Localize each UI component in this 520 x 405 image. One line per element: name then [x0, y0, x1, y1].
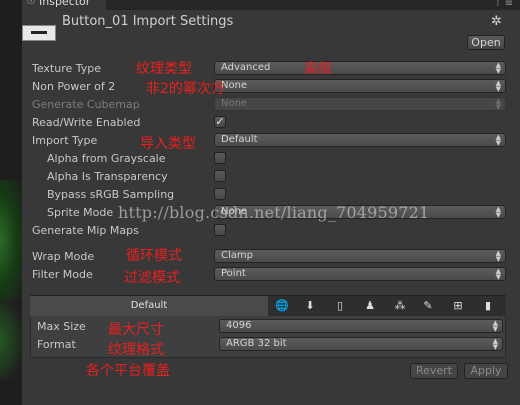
dropdown-arrows-icon: ▲ ▼ — [495, 79, 501, 93]
import-settings-title: Button_01 Import Settings — [62, 14, 234, 29]
platform-settings-panel: Max Size 4096 ▲ ▼ Format ARGB 32 bit ▲ ▼ — [30, 316, 506, 358]
dropdown-arrows-icon: ▲ ▼ — [495, 61, 501, 75]
annotation-platforms: 各个平台覆盖 — [86, 363, 170, 379]
annotation-advanced: 高级 — [304, 61, 332, 77]
wrap-mode-label: Wrap Mode — [32, 250, 95, 263]
max-size-value: 4096 — [226, 320, 252, 331]
bypass-srgb-label: Bypass sRGB Sampling — [47, 188, 175, 201]
npot-label: Non Power of 2 — [32, 80, 116, 93]
globe-icon[interactable]: 🌐 — [272, 298, 292, 314]
thumbnail-mark — [31, 31, 47, 34]
generate-cubemap-label: Generate Cubemap — [32, 98, 140, 111]
scene-green-glow-lower — [0, 300, 22, 380]
generate-mip-maps-checkbox[interactable] — [214, 224, 226, 236]
filter-mode-dropdown[interactable]: Point ▲ ▼ — [214, 267, 506, 281]
scene-green-glow — [0, 180, 22, 300]
device-icon[interactable]: ▮ — [478, 298, 498, 314]
filter-mode-label: Filter Mode — [32, 268, 93, 281]
generate-cubemap-value: None — [221, 98, 248, 109]
platform-tab-bar: Default 🌐 ⬇ ▯ ♟ ⁂ ✎ ⊞ ▮ — [30, 295, 506, 317]
phone-icon[interactable]: ▯ — [330, 298, 350, 314]
annotation-import-type: 导入类型 — [140, 136, 196, 152]
dropdown-arrows-icon: ▲ ▼ — [495, 133, 501, 147]
inspector-tab-bar: ⓘ Inspector ⁝ ≡ — [22, 0, 520, 10]
tab-inspector-label: Inspector — [39, 0, 91, 8]
annotation-max-size: 最大尺寸 — [108, 322, 164, 338]
dropdown-arrows-icon: ▲ ▼ — [495, 205, 501, 219]
read-write-checkbox[interactable]: ✓ — [214, 116, 226, 128]
annotation-npot: 非2的幂次方 — [146, 81, 225, 97]
wrap-mode-value: Clamp — [221, 250, 253, 261]
max-size-dropdown[interactable]: 4096 ▲ ▼ — [219, 319, 503, 333]
bypass-srgb-checkbox[interactable] — [214, 188, 226, 200]
tab-default-platform[interactable]: Default — [30, 296, 268, 316]
format-value: ARGB 32 bit — [226, 338, 287, 349]
dropdown-arrows-icon: ▲ ▼ — [495, 97, 501, 111]
format-label: Format — [37, 338, 76, 351]
texture-type-dropdown[interactable]: Advanced ▲ ▼ — [214, 61, 506, 75]
texture-type-label: Texture Type — [32, 62, 102, 75]
watermark-text: http://blog.csdn.net/liang_704959721 — [118, 203, 430, 222]
annotation-filter-mode: 过滤模式 — [124, 270, 180, 286]
dropdown-arrows-icon: ▲ ▼ — [492, 337, 498, 351]
import-type-label: Import Type — [32, 134, 98, 147]
download-icon[interactable]: ⬇ — [300, 298, 320, 314]
gear-icon[interactable]: ✲ — [491, 14, 502, 29]
wrap-mode-dropdown[interactable]: Clamp ▲ ▼ — [214, 249, 506, 263]
generate-mip-maps-label: Generate Mip Maps — [32, 224, 139, 237]
sprite-mode-label: Sprite Mode — [47, 206, 114, 219]
flash-icon[interactable]: ✎ — [418, 298, 438, 314]
android-icon[interactable]: ♟ — [360, 298, 380, 314]
texture-thumbnail — [22, 25, 56, 41]
dropdown-arrows-icon: ▲ ▼ — [492, 319, 498, 333]
blackberry-icon[interactable]: ⁂ — [390, 298, 410, 314]
annotation-wrap-mode: 循环模式 — [126, 248, 182, 264]
open-button[interactable]: Open — [467, 35, 505, 50]
alpha-is-transparency-label: Alpha Is Transparency — [47, 170, 168, 183]
generate-cubemap-dropdown: None ▲ ▼ — [214, 97, 506, 111]
filter-mode-value: Point — [221, 268, 246, 279]
format-dropdown[interactable]: ARGB 32 bit ▲ ▼ — [219, 337, 503, 351]
tab-inspector[interactable]: ⓘ Inspector — [22, 0, 106, 10]
info-icon: ⓘ — [27, 0, 35, 5]
npot-dropdown[interactable]: None ▲ ▼ — [214, 79, 506, 93]
scene-view-edge — [0, 0, 22, 405]
texture-type-value: Advanced — [221, 62, 271, 73]
read-write-label: Read/Write Enabled — [32, 116, 141, 129]
import-type-value: Default — [221, 134, 258, 145]
alpha-is-transparency-checkbox[interactable] — [214, 170, 226, 182]
max-size-label: Max Size — [37, 320, 86, 333]
annotation-format: 纹理格式 — [108, 342, 164, 358]
inspector-panel: ⓘ Inspector ⁝ ≡ Button_01 Import Setting… — [22, 0, 520, 405]
alpha-from-grayscale-label: Alpha from Grayscale — [47, 152, 166, 165]
annotation-texture-type: 纹理类型 — [136, 61, 192, 77]
apply-button[interactable]: Apply — [464, 363, 508, 379]
dropdown-arrows-icon: ▲ ▼ — [495, 249, 501, 263]
alpha-from-grayscale-checkbox[interactable] — [214, 152, 226, 164]
revert-button[interactable]: Revert — [410, 363, 458, 379]
dropdown-arrows-icon: ▲ ▼ — [495, 267, 501, 281]
tab-menu-icon[interactable]: ⁝ ≡ — [496, 0, 514, 9]
windows-icon[interactable]: ⊞ — [448, 298, 468, 314]
import-type-dropdown[interactable]: Default ▲ ▼ — [214, 133, 506, 147]
